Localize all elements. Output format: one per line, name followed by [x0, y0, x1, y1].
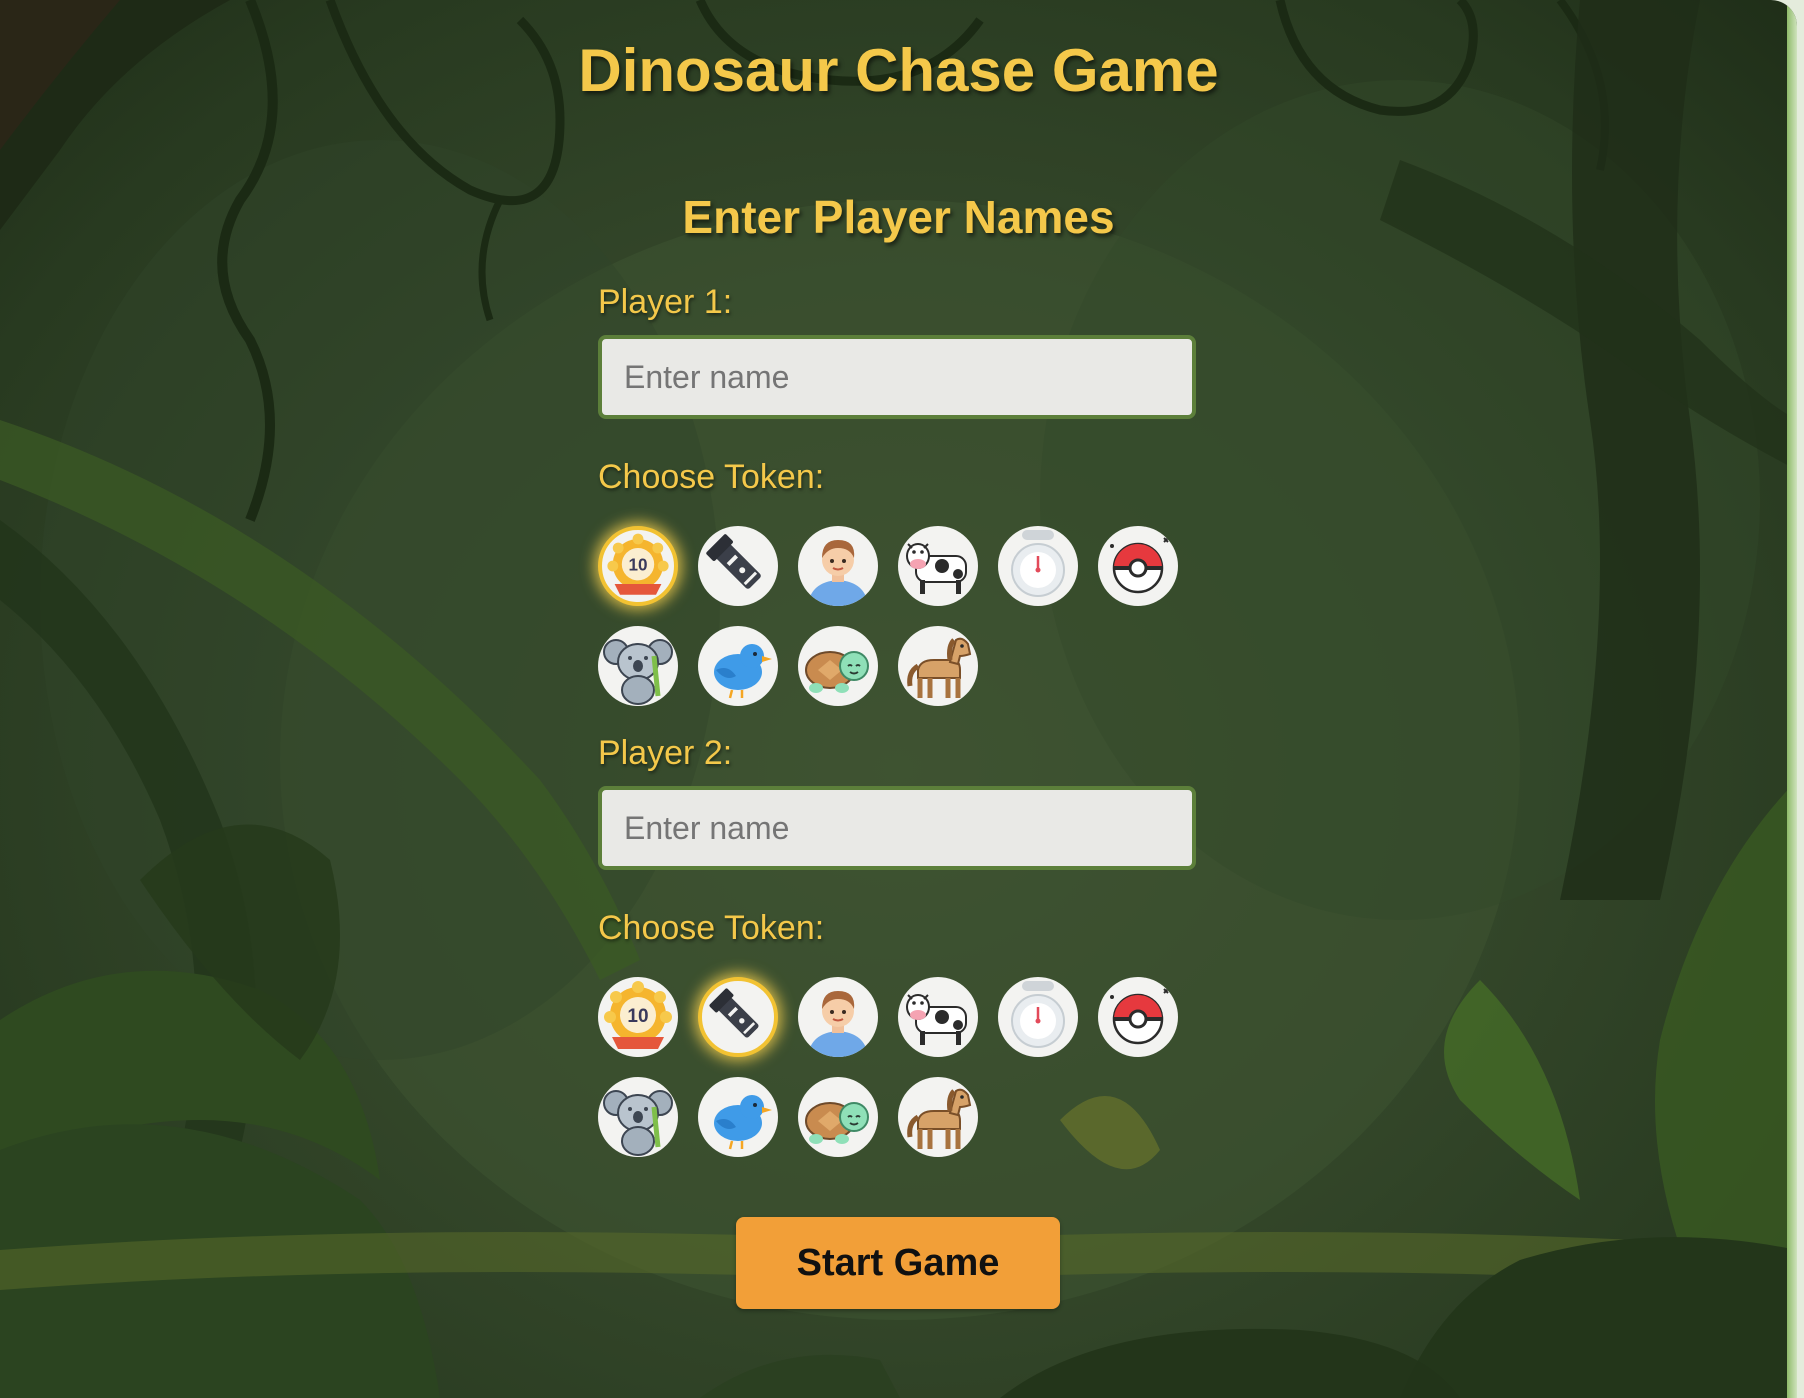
- horse-icon: [907, 637, 972, 698]
- player-2-token-horse[interactable]: [898, 1077, 978, 1157]
- player-2-choose-token-label: Choose Token:: [598, 909, 825, 947]
- player-2-token-koala[interactable]: [598, 1077, 678, 1157]
- medal-icon: 10: [607, 533, 669, 595]
- page-title: Dinosaur Chase Game: [578, 37, 1219, 104]
- svg-text:10: 10: [627, 1006, 648, 1027]
- player-1-token-koala[interactable]: [598, 626, 678, 706]
- koala-icon: [603, 639, 673, 705]
- start-game-button[interactable]: Start Game: [736, 1217, 1060, 1309]
- flashlight-icon: [709, 988, 759, 1038]
- player-1-token-bird[interactable]: [698, 626, 778, 706]
- player-1-token-stopwatch[interactable]: [998, 526, 1078, 606]
- player-2-token-stopwatch[interactable]: [998, 977, 1078, 1057]
- player-2-token-turtle[interactable]: [798, 1077, 878, 1157]
- player-1-name-input[interactable]: [598, 335, 1196, 419]
- bird-icon: [714, 1095, 772, 1150]
- player-1-token-flashlight[interactable]: [698, 526, 778, 606]
- stopwatch-icon: [1011, 981, 1065, 1048]
- player-1-token-medal-10[interactable]: 10: [598, 526, 678, 606]
- turtle-icon: [805, 1102, 869, 1144]
- player-2-token-flashlight[interactable]: [698, 977, 778, 1057]
- player-2-token-cow[interactable]: [898, 977, 978, 1057]
- horse-icon: [907, 1088, 972, 1149]
- app-window: Dinosaur Chase Game Enter Player Names P…: [0, 0, 1804, 1398]
- player-2-token-bird[interactable]: [698, 1077, 778, 1157]
- turtle-icon: [805, 651, 869, 693]
- player-1-token-boy[interactable]: [798, 526, 878, 606]
- player-1-token-pokeball[interactable]: [1098, 526, 1178, 606]
- stopwatch-icon: [1011, 530, 1065, 597]
- cow-icon: [906, 543, 967, 594]
- player-2-token-boy[interactable]: [798, 977, 878, 1057]
- player-1-token-horse[interactable]: [898, 626, 978, 706]
- player-2-token-pokeball[interactable]: [1098, 977, 1178, 1057]
- boy-avatar-icon: [808, 540, 868, 606]
- form-heading: Enter Player Names: [682, 191, 1115, 243]
- player-2-token-medal-10[interactable]: 10: [598, 977, 678, 1057]
- svg-text:10: 10: [628, 556, 647, 575]
- pokeball-icon: [1110, 537, 1169, 594]
- medal-icon: 10: [604, 981, 672, 1049]
- player-2-name-input[interactable]: [598, 786, 1196, 870]
- player-2-label: Player 2:: [598, 734, 733, 772]
- player-1-choose-token-label: Choose Token:: [598, 458, 825, 496]
- player-1-token-cow[interactable]: [898, 526, 978, 606]
- player-1-token-turtle[interactable]: [798, 626, 878, 706]
- bird-icon: [714, 644, 772, 699]
- boy-avatar-icon: [808, 991, 868, 1057]
- player-1-label: Player 1:: [598, 283, 733, 321]
- pokeball-icon: [1110, 988, 1169, 1045]
- cow-icon: [906, 994, 967, 1045]
- koala-icon: [603, 1090, 673, 1156]
- flashlight-icon: [706, 534, 761, 589]
